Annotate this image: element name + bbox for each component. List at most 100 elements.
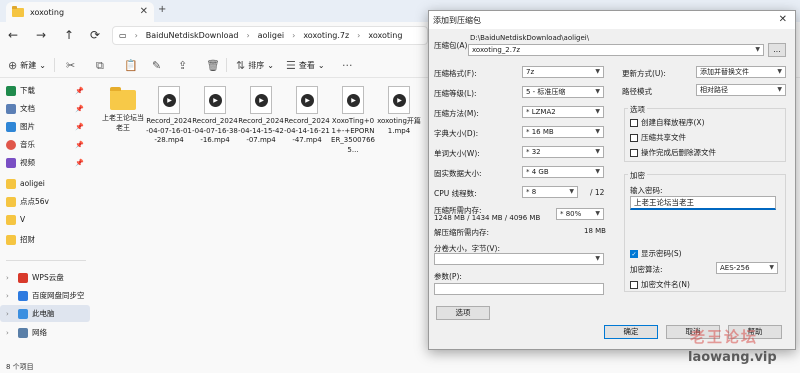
chevron-right-icon[interactable]: › xyxy=(6,274,14,282)
password-input[interactable]: 上老王论坛当老王 xyxy=(630,196,776,210)
dialog-titlebar: 添加到压缩包 ✕ xyxy=(429,11,795,29)
enc-method-select[interactable]: AES-256 ▼ xyxy=(716,262,778,274)
sidebar-item-label: 文档 xyxy=(20,104,35,113)
rename-icon[interactable]: ✎ xyxy=(152,59,161,72)
update-value: 添加并替换文件 xyxy=(700,68,749,76)
sidebar-item-wps[interactable]: › WPS云盘 xyxy=(0,269,90,286)
tab-xoxoting[interactable]: xoxoting ✕ xyxy=(6,2,154,22)
breadcrumb-item[interactable]: aoligei xyxy=(258,31,284,40)
view-button[interactable]: ☰ 查看 ⌄ xyxy=(286,59,325,72)
view-icon: ☰ xyxy=(286,59,296,72)
file-list: 上老王论坛当老王 ▶ Record_2024-04-07-16-01-28.mp… xyxy=(96,80,436,360)
paste-icon[interactable]: 📋 xyxy=(124,59,138,72)
file-item-video[interactable]: ▶ xoxoting开篇1.mp4 xyxy=(376,86,422,136)
sidebar-item-diandian[interactable]: 点点56v xyxy=(0,193,90,210)
sidebar-item-this-pc[interactable]: › 此电脑 xyxy=(0,305,90,322)
sidebar-item-aoligei[interactable]: aoligei xyxy=(0,175,90,192)
back-icon[interactable]: ← xyxy=(8,28,18,42)
chevron-right-icon[interactable]: › xyxy=(6,292,14,300)
pathmode-label: 路径模式 xyxy=(622,87,652,96)
browse-button[interactable]: ... xyxy=(768,43,786,57)
show-password-checkbox[interactable]: ✓ 显示密码(S) xyxy=(630,248,682,259)
sidebar-item-music[interactable]: 音乐 📌 xyxy=(0,136,90,153)
delete-icon[interactable]: 🗑 xyxy=(206,59,220,72)
mem-percent-select[interactable]: * 80% ▼ xyxy=(556,208,604,220)
format-select[interactable]: 7z ▼ xyxy=(522,66,604,78)
cpu-label: CPU 线程数: xyxy=(434,189,477,198)
video-file-icon: ▶ xyxy=(204,86,226,114)
params-label: 参数(P): xyxy=(434,272,462,281)
forward-icon[interactable]: → xyxy=(36,28,46,42)
sidebar-item-label: 视频 xyxy=(20,158,35,167)
level-select[interactable]: 5 - 标准压缩 ▼ xyxy=(522,86,604,98)
solid-select[interactable]: * 4 GB ▼ xyxy=(522,166,604,178)
video-file-icon: ▶ xyxy=(388,86,410,114)
sidebar-item-label: 图片 xyxy=(20,122,35,131)
file-item-video[interactable]: ▶ Record_2024-04-07-16-01-28.mp4 xyxy=(146,86,192,146)
archive-name-combo[interactable]: xoxoting_2.7z ▼ xyxy=(468,44,764,56)
chevron-down-icon: ⌄ xyxy=(39,61,46,70)
file-item-folder[interactable]: 上老王论坛当老王 xyxy=(100,86,146,133)
sidebar-item-documents[interactable]: 文档 📌 xyxy=(0,100,90,117)
chevron-right-icon: › xyxy=(357,31,361,40)
chevron-right-icon[interactable]: › xyxy=(6,329,14,337)
delete-source-label: 操作完成后删除源文件 xyxy=(641,148,716,157)
cut-icon[interactable]: ✂ xyxy=(66,59,75,72)
sidebar-item-pictures[interactable]: 图片 📌 xyxy=(0,118,90,135)
sidebar-item-zhaocai[interactable]: 招财 xyxy=(0,231,90,248)
file-item-video[interactable]: ▶ Record_2024-04-14-16-21-47.mp4 xyxy=(284,86,330,146)
sidebar-item-videos[interactable]: 视频 📌 xyxy=(0,154,90,171)
address-bar[interactable]: ▭ › BaiduNetdiskDownload › aoligei › xox… xyxy=(112,26,428,45)
method-select[interactable]: * LZMA2 ▼ xyxy=(522,106,604,118)
copy-icon[interactable]: ⧉ xyxy=(96,59,104,73)
breadcrumb-item[interactable]: xoxoting xyxy=(368,31,402,40)
folder-icon xyxy=(6,196,16,207)
sidebar-item-label: aoligei xyxy=(20,179,45,188)
file-item-video[interactable]: ▶ Record_2024-04-07-16-38-16.mp4 xyxy=(192,86,238,146)
word-select[interactable]: * 32 ▼ xyxy=(522,146,604,158)
close-icon[interactable]: ✕ xyxy=(779,14,787,25)
folder-icon xyxy=(110,87,136,110)
more-icon[interactable]: ··· xyxy=(342,59,353,72)
dict-select[interactable]: * 16 MB ▼ xyxy=(522,126,604,138)
up-icon[interactable]: ↑ xyxy=(64,28,74,42)
file-item-video[interactable]: ▶ XoxoTing+01+-+EPORNER_35007665... xyxy=(330,86,376,155)
pathmode-select[interactable]: 相对路径 ▼ xyxy=(696,84,786,96)
sfx-checkbox[interactable]: 创建自释放程序(X) xyxy=(630,117,705,128)
navigation-pane: 下载 📌 文档 📌 图片 📌 音乐 📌 视频 📌 aoligei 点点56v V… xyxy=(0,80,92,360)
level-label: 压缩等级(L): xyxy=(434,89,477,98)
sidebar-item-baidu-sync[interactable]: › 百度网盘同步空 xyxy=(0,287,90,304)
dict-label: 字典大小(D): xyxy=(434,129,479,138)
shared-checkbox[interactable]: 压缩共享文件 xyxy=(630,132,686,143)
update-select[interactable]: 添加并替换文件 ▼ xyxy=(696,66,786,78)
share-icon[interactable]: ⇪ xyxy=(178,59,187,72)
play-icon: ▶ xyxy=(393,94,406,107)
tab-title: xoxoting xyxy=(30,7,65,17)
watermark-url: laowang.vip xyxy=(688,350,777,365)
breadcrumb-item[interactable]: xoxoting.7z xyxy=(303,31,349,40)
refresh-icon[interactable]: ⟳ xyxy=(90,28,100,42)
split-select[interactable]: ▼ xyxy=(434,253,604,265)
new-button[interactable]: ⊕ 新建 ⌄ xyxy=(8,59,46,72)
params-input[interactable] xyxy=(434,283,604,295)
sidebar-item-label: WPS云盘 xyxy=(32,273,64,282)
delete-source-checkbox[interactable]: 操作完成后删除源文件 xyxy=(630,147,716,158)
new-tab-icon[interactable]: + xyxy=(158,5,166,15)
archive-path: D:\BaiduNetdiskDownload\aoligei\ xyxy=(470,34,590,42)
encrypt-names-checkbox[interactable]: 加密文件名(N) xyxy=(630,279,690,290)
options-button[interactable]: 选项 xyxy=(436,306,490,320)
sidebar-item-network[interactable]: › 网络 xyxy=(0,324,90,341)
sidebar-item-v[interactable]: V xyxy=(0,211,90,228)
file-item-video[interactable]: ▶ Record_2024-04-14-15-42-07.mp4 xyxy=(238,86,284,146)
breadcrumb-item[interactable]: BaiduNetdiskDownload xyxy=(146,31,239,40)
cpu-select[interactable]: * 8 ▼ xyxy=(522,186,578,198)
sidebar-item-downloads[interactable]: 下载 📌 xyxy=(0,82,90,99)
ok-button[interactable]: 确定 xyxy=(604,325,658,339)
decomp-value: 18 MB xyxy=(584,227,606,235)
file-name: Record_2024-04-07-16-01-28.mp4 xyxy=(146,117,192,144)
sort-button[interactable]: ⇅ 排序 ⌄ xyxy=(236,59,274,72)
chevron-right-icon[interactable]: › xyxy=(6,310,14,318)
sidebar-item-label: 招财 xyxy=(20,235,35,244)
file-name: XoxoTing+01+-+EPORNER_35007665... xyxy=(331,117,375,154)
close-tab-icon[interactable]: ✕ xyxy=(140,7,148,17)
